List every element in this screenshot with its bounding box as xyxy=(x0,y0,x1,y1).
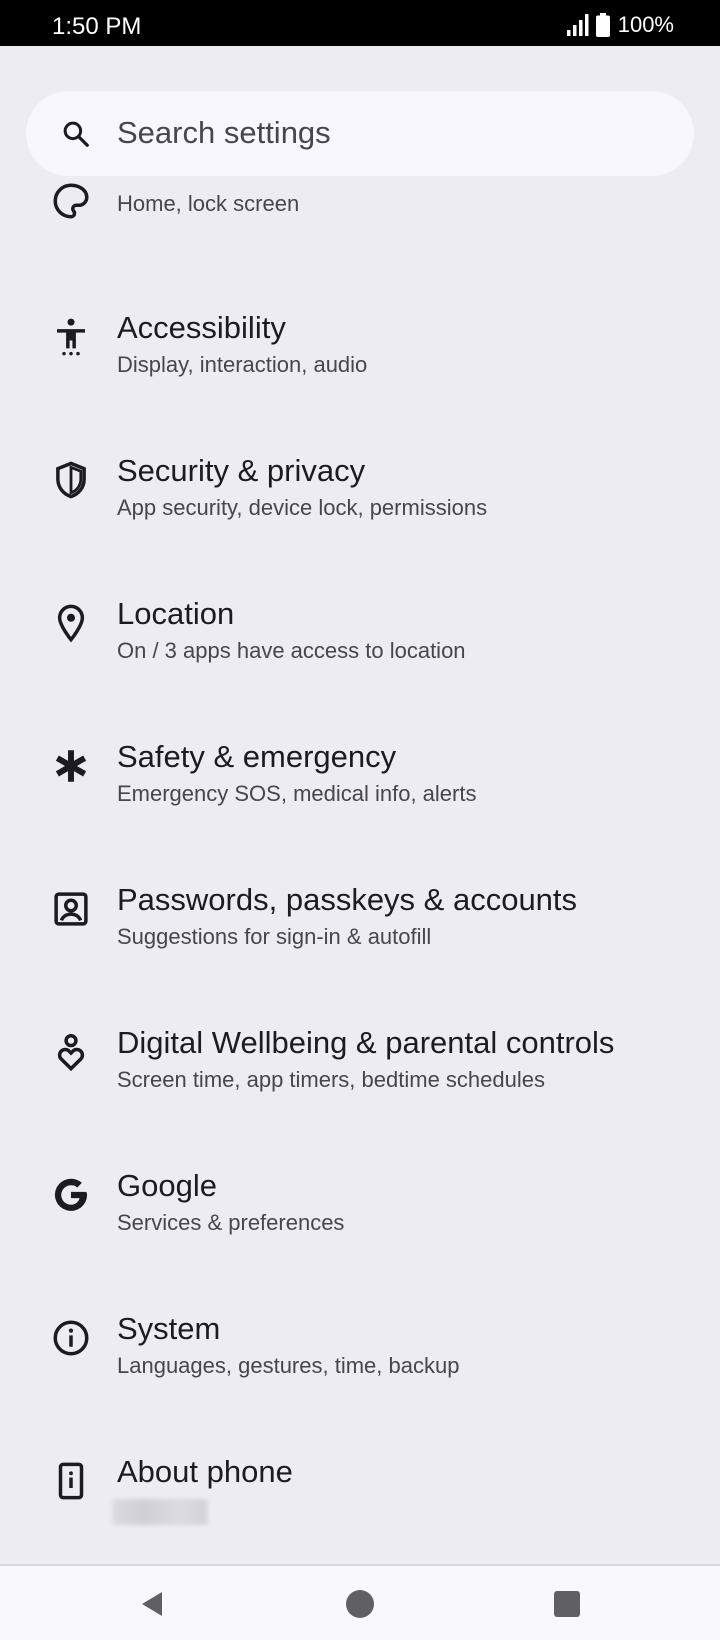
settings-item-google[interactable]: Google Services & preferences xyxy=(0,1152,720,1295)
battery-percent: 100% xyxy=(617,12,674,37)
wellbeing-heart-icon xyxy=(50,1031,92,1073)
search-bar[interactable]: Search settings xyxy=(26,91,694,176)
item-subtitle: Languages, gestures, time, backup xyxy=(117,1353,460,1378)
settings-item-safety[interactable]: Safety & emergency Emergency SOS, medica… xyxy=(0,723,720,866)
item-title: Location xyxy=(117,596,235,631)
info-icon xyxy=(50,1317,92,1359)
settings-item-passwords-accounts[interactable]: Passwords, passkeys & accounts Suggestio… xyxy=(0,866,720,1009)
item-title: Google xyxy=(117,1168,217,1203)
search-input[interactable]: Search settings xyxy=(117,115,331,151)
item-subtitle: Emergency SOS, medical info, alerts xyxy=(117,781,477,806)
settings-item-about-phone[interactable]: About phone xyxy=(0,1438,720,1564)
settings-item-system[interactable]: System Languages, gestures, time, backup xyxy=(0,1295,720,1438)
wallpaper-style-icon xyxy=(50,180,92,222)
item-title: Safety & emergency xyxy=(117,739,397,774)
settings-item-location[interactable]: Location On / 3 apps have access to loca… xyxy=(0,580,720,723)
item-title: Passwords, passkeys & accounts xyxy=(117,882,578,917)
settings-item-wallpaper[interactable]: Home, lock screen xyxy=(0,176,720,244)
status-icons: 100% xyxy=(566,12,674,38)
item-title: Security & privacy xyxy=(117,453,366,488)
search-icon xyxy=(61,119,91,149)
item-subtitle: Screen time, app timers, bedtime schedul… xyxy=(117,1067,545,1092)
phone-info-icon xyxy=(50,1460,92,1502)
item-subtitle: Display, interaction, audio xyxy=(117,352,368,377)
accessibility-icon xyxy=(50,316,92,358)
status-time: 1:50 PM xyxy=(52,13,142,40)
recents-icon[interactable] xyxy=(551,1588,583,1620)
signal-icon xyxy=(566,13,590,37)
item-subtitle: App security, device lock, permissions xyxy=(117,495,488,520)
settings-item-security[interactable]: Security & privacy App security, device … xyxy=(0,437,720,580)
battery-icon xyxy=(595,13,610,37)
item-subtitle: Home, lock screen xyxy=(117,191,300,216)
status-bar: 1:50 PM 100% xyxy=(0,0,720,46)
navigation-bar xyxy=(0,1564,720,1640)
settings-item-digital-wellbeing[interactable]: Digital Wellbeing & parental controls Sc… xyxy=(0,1009,720,1152)
settings-item-accessibility[interactable]: Accessibility Display, interaction, audi… xyxy=(0,294,720,437)
back-icon[interactable] xyxy=(136,1588,168,1620)
item-title: About phone xyxy=(117,1454,293,1489)
item-title: Accessibility xyxy=(117,310,286,345)
location-pin-icon xyxy=(50,602,92,644)
item-subtitle: On / 3 apps have access to location xyxy=(117,638,466,663)
item-title: System xyxy=(117,1311,221,1346)
google-g-icon xyxy=(50,1174,92,1216)
redacted-device-name xyxy=(112,1499,208,1525)
item-subtitle: Suggestions for sign-in & autofill xyxy=(117,924,432,949)
item-subtitle: Services & preferences xyxy=(117,1210,345,1235)
shield-icon xyxy=(50,459,92,501)
asterisk-icon xyxy=(50,745,92,787)
account-box-icon xyxy=(50,888,92,930)
item-title: Digital Wellbeing & parental controls xyxy=(117,1025,615,1060)
home-icon[interactable] xyxy=(344,1588,376,1620)
settings-list: Home, lock screen Accessibility Display,… xyxy=(0,176,720,1564)
